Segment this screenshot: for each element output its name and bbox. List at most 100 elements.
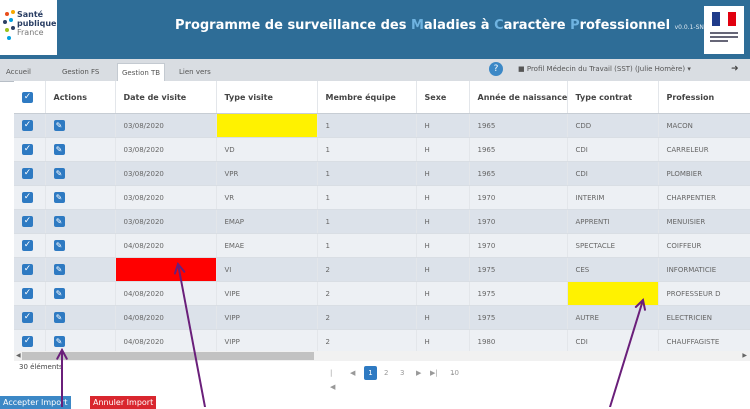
cell-date-visite[interactable]: 04/08/2020 [115, 329, 217, 351]
table-row[interactable]: ✓ ✎ 04/08/2020 VIPE 2 H 1975 PROFESSEUR D [14, 281, 750, 306]
cell-membre-equipe[interactable]: 2 [317, 305, 417, 330]
page-2-button[interactable]: 2 [384, 366, 388, 380]
cell-membre-equipe[interactable]: 1 [317, 233, 417, 258]
cell-sexe[interactable]: H [416, 281, 470, 306]
edit-icon[interactable]: ✎ [53, 336, 65, 347]
table-row[interactable]: ✓ ✎ 03/08/2020 VPR 1 H 1965 CDI PLOMBIER [14, 161, 750, 186]
cell-type-contrat[interactable]: CDI [567, 161, 659, 186]
cell-sexe[interactable]: H [416, 161, 470, 186]
edit-icon[interactable]: ✎ [53, 240, 65, 251]
checkbox-checked-icon[interactable]: ✓ [22, 168, 33, 179]
cell-type-contrat[interactable]: CES [567, 257, 659, 282]
cell-type-visite[interactable]: VIPP [216, 305, 318, 330]
edit-icon[interactable]: ✎ [53, 264, 65, 275]
edit-icon[interactable]: ✎ [53, 168, 65, 179]
cell-annee-naissance[interactable]: 1975 [469, 257, 568, 282]
checkbox-checked-icon[interactable]: ✓ [22, 264, 33, 275]
cell-membre-equipe[interactable]: 1 [317, 137, 417, 162]
cell-sexe[interactable]: H [416, 137, 470, 162]
cell-sexe[interactable]: H [416, 113, 470, 138]
cell-date-visite[interactable]: 04/08/2020 [115, 305, 217, 330]
cell-profession[interactable]: INFORMATICIE [658, 257, 750, 282]
row-checkbox[interactable]: ✓ [14, 281, 46, 306]
column-header-membre-equipe[interactable]: Membre équipe [317, 81, 417, 114]
cell-membre-equipe[interactable]: 1 [317, 113, 417, 138]
cell-type-visite[interactable]: VD [216, 137, 318, 162]
row-checkbox[interactable]: ✓ [14, 185, 46, 210]
cell-date-visite[interactable]: 03/08/2020 [115, 161, 217, 186]
cell-membre-equipe[interactable]: 1 [317, 209, 417, 234]
cell-type-visite[interactable]: EMAP [216, 209, 318, 234]
prev-page-icon[interactable]: ◀ [350, 366, 355, 380]
cell-membre-equipe[interactable]: 2 [317, 329, 417, 351]
cell-annee-naissance[interactable]: 1965 [469, 137, 568, 162]
row-checkbox[interactable]: ✓ [14, 209, 46, 234]
column-header-annee-naissance[interactable]: Année de naissance [469, 81, 568, 114]
column-header-actions[interactable]: Actions [45, 81, 116, 114]
cell-type-visite[interactable]: VIPP [216, 329, 318, 351]
column-header-type-visite[interactable]: Type visite [216, 81, 318, 114]
cell-type-visite[interactable] [216, 113, 318, 138]
cell-profession[interactable]: ELECTRICIEN [658, 305, 750, 330]
cell-type-contrat[interactable] [567, 281, 659, 306]
cancel-import-button[interactable]: Annuler Import [90, 396, 157, 409]
cell-profession[interactable]: PROFESSEUR D [658, 281, 750, 306]
page-1-button[interactable]: 1 [364, 366, 377, 380]
cell-annee-naissance[interactable]: 1970 [469, 209, 568, 234]
cell-profession[interactable]: PLOMBIER [658, 161, 750, 186]
scroll-right-icon[interactable]: ▶ [742, 351, 747, 361]
cell-annee-naissance[interactable]: 1965 [469, 161, 568, 186]
tab-gestion-tb[interactable]: Gestion TB [117, 63, 166, 81]
checkbox-checked-icon[interactable]: ✓ [22, 336, 33, 347]
scrollbar-thumb[interactable] [22, 352, 314, 360]
profile-menu[interactable]: ■ Profil Médecin du Travail (SST) (Julie… [518, 65, 691, 73]
tab-accueil[interactable]: Accueil [2, 63, 35, 81]
row-checkbox[interactable]: ✓ [14, 233, 46, 258]
cell-type-contrat[interactable]: CDD [567, 113, 659, 138]
edit-icon[interactable]: ✎ [53, 216, 65, 227]
column-header-profession[interactable]: Profession [658, 81, 750, 114]
first-page-icon[interactable]: |◀ [330, 366, 335, 394]
cell-profession[interactable]: CARRELEUR [658, 137, 750, 162]
table-row[interactable]: ✓ ✎ 03/08/2020 VD 1 H 1965 CDI CARRELEUR [14, 137, 750, 162]
cell-type-visite[interactable]: VIPE [216, 281, 318, 306]
cell-type-contrat[interactable]: INTERIM [567, 185, 659, 210]
cell-type-visite[interactable]: VI [216, 257, 318, 282]
cell-date-visite[interactable]: 03/08/2020 [115, 113, 217, 138]
cell-date-visite[interactable]: 03/08/2020 [115, 185, 217, 210]
cell-profession[interactable]: MENUISIER [658, 209, 750, 234]
cell-type-visite[interactable]: EMAE [216, 233, 318, 258]
table-row[interactable]: ✓ ✎ VI 2 H 1975 CES INFORMATICIE [14, 257, 750, 282]
cell-type-contrat[interactable]: CDI [567, 329, 659, 351]
cell-type-contrat[interactable]: APPRENTI [567, 209, 659, 234]
cell-sexe[interactable]: H [416, 257, 470, 282]
row-checkbox[interactable]: ✓ [14, 137, 46, 162]
table-row[interactable]: ✓ ✎ 04/08/2020 VIPP 2 H 1975 AUTRE ELECTRICIEN [14, 305, 750, 330]
tab-lien-vers[interactable]: Lien vers [175, 63, 215, 81]
edit-icon[interactable]: ✎ [53, 312, 65, 323]
scroll-left-icon[interactable]: ◀ [16, 351, 21, 361]
cell-profession[interactable]: CHARPENTIER [658, 185, 750, 210]
checkbox-checked-icon[interactable]: ✓ [22, 144, 33, 155]
cell-type-visite[interactable]: VR [216, 185, 318, 210]
cell-membre-equipe[interactable]: 2 [317, 257, 417, 282]
cell-annee-naissance[interactable]: 1970 [469, 185, 568, 210]
checkbox-checked-icon[interactable]: ✓ [22, 216, 33, 227]
checkbox-checked-icon[interactable]: ✓ [22, 120, 33, 131]
row-checkbox[interactable]: ✓ [14, 113, 46, 138]
edit-icon[interactable]: ✎ [53, 192, 65, 203]
cell-date-visite[interactable]: 03/08/2020 [115, 137, 217, 162]
help-icon[interactable]: ? [489, 62, 503, 76]
row-checkbox[interactable]: ✓ [14, 161, 46, 186]
checkbox-checked-icon[interactable]: ✓ [22, 288, 33, 299]
cell-annee-naissance[interactable]: 1975 [469, 281, 568, 306]
cell-date-visite[interactable]: 04/08/2020 [115, 233, 217, 258]
cell-date-visite[interactable]: 04/08/2020 [115, 281, 217, 306]
cell-type-contrat[interactable]: SPECTACLE [567, 233, 659, 258]
cell-sexe[interactable]: H [416, 233, 470, 258]
cell-annee-naissance[interactable]: 1970 [469, 233, 568, 258]
cell-annee-naissance[interactable]: 1980 [469, 329, 568, 351]
cell-annee-naissance[interactable]: 1975 [469, 305, 568, 330]
row-checkbox[interactable]: ✓ [14, 305, 46, 330]
checkbox-checked-icon[interactable]: ✓ [22, 240, 33, 251]
